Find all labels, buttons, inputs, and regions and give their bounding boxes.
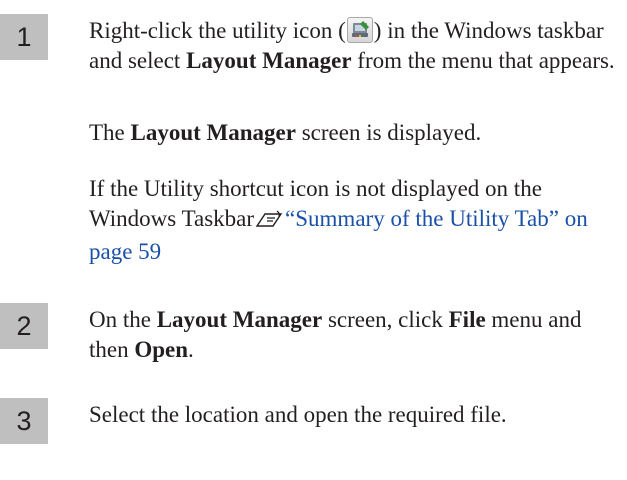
step-number-3: 3: [0, 398, 48, 444]
step-number-2: 2: [0, 303, 48, 349]
step-2-text-1: On the: [89, 307, 157, 332]
step-1-result-text-b: screen is displayed.: [295, 120, 482, 145]
step-1-instruction: Right-click the utility icon () in the W…: [89, 16, 619, 76]
utility-tray-icon: [346, 17, 373, 43]
step-3-instruction: Select the location and open the require…: [89, 402, 507, 427]
step-1-result-bold: Layout Manager: [130, 120, 296, 145]
step-2-text-4: .: [188, 337, 194, 362]
step-1-result: The Layout Manager screen is displayed.: [89, 118, 619, 148]
step-2-instruction: On the Layout Manager screen, click File…: [89, 305, 619, 365]
step-1-bold-layout-manager: Layout Manager: [186, 48, 352, 73]
step-number-1: 1: [0, 14, 48, 60]
step-2-bold-layout-manager: Layout Manager: [156, 307, 323, 332]
step-2-bold-open: Open: [134, 337, 189, 362]
step-1-note: If the Utility shortcut icon is not disp…: [89, 174, 619, 267]
step-1-result-text-a: The: [89, 120, 131, 145]
reference-pointer-icon: [255, 207, 283, 237]
step-1-text-c: from the menu that appears.: [351, 48, 615, 73]
step-1-text-a: Right-click the utility icon (: [89, 18, 346, 43]
step-2-bold-file: File: [448, 307, 486, 332]
step-2-text-2: screen, click: [322, 307, 449, 332]
